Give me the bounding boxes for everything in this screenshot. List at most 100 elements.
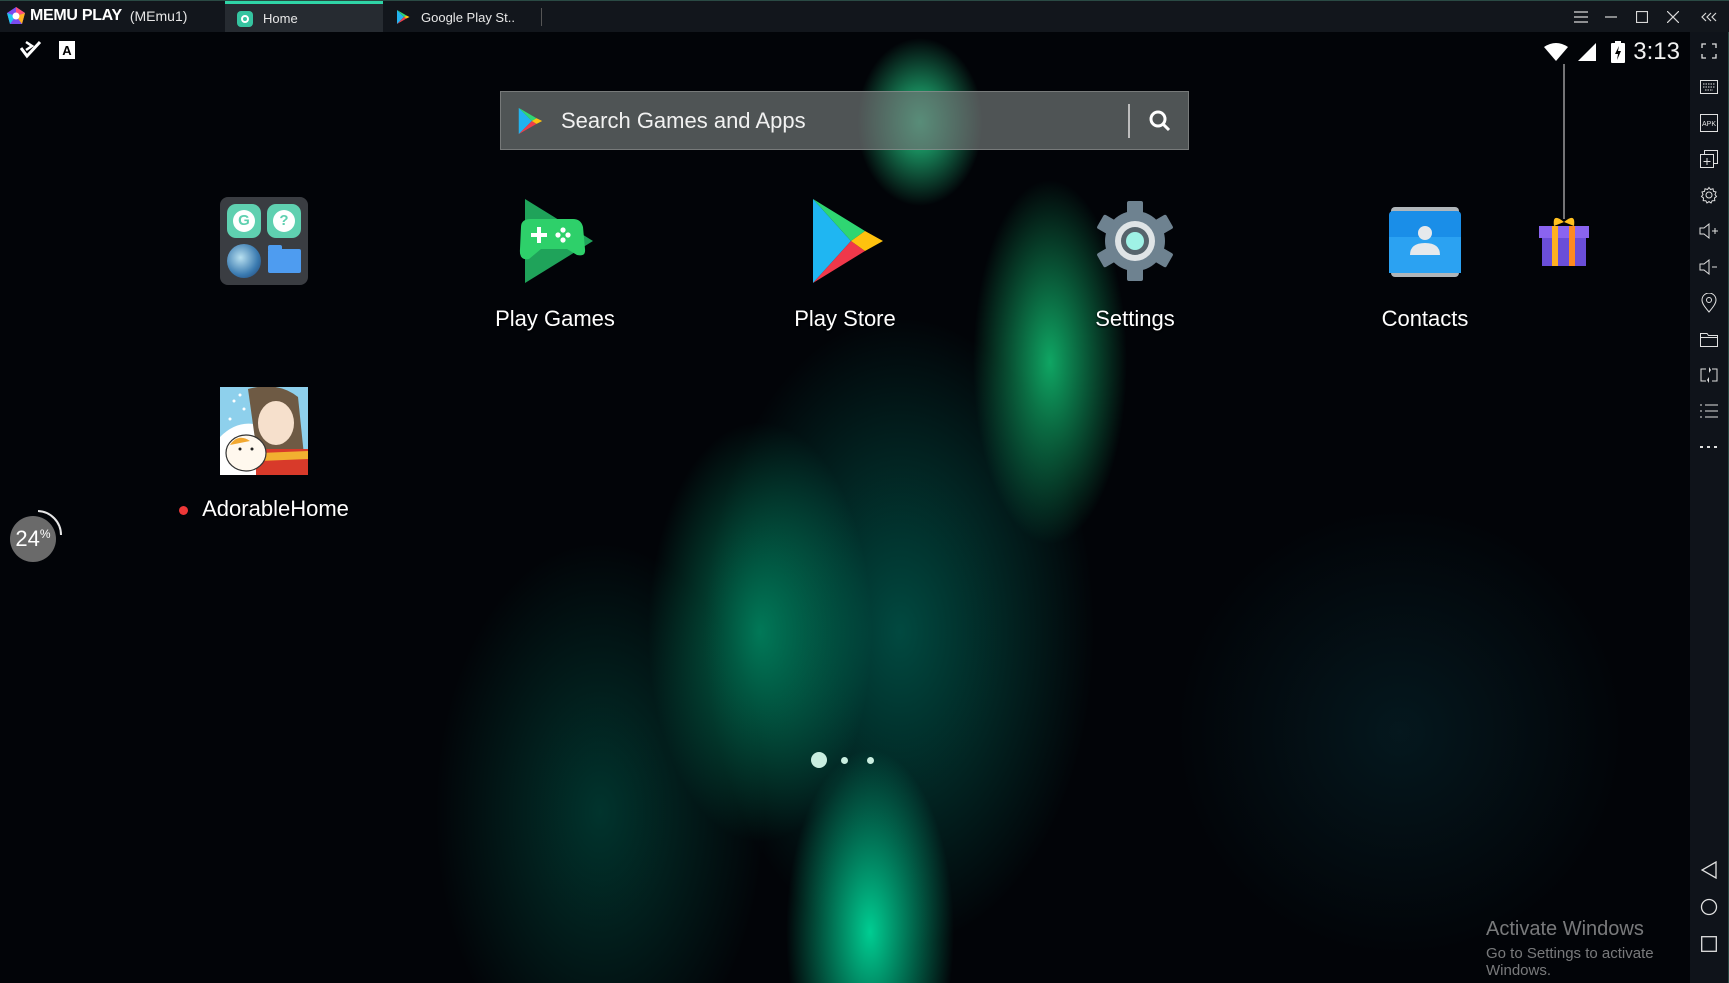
app-logo: MEMU PLAY (MEmu1) [6,6,187,26]
app-label: Settings [1095,306,1175,331]
folder-icon [1700,333,1718,347]
recent-apps-icon [1701,936,1717,952]
fullscreen-button[interactable] [1698,40,1720,62]
folder-icon: G ? [220,197,308,285]
page-indicator-1[interactable] [811,752,827,768]
instance-name: (MEmu1) [129,8,188,24]
multi-instance-icon [1700,150,1718,168]
gift-icon [1539,64,1589,266]
page-indicator-2[interactable] [841,757,848,764]
performance-widget[interactable]: 24% [8,510,63,564]
checkmark-tool-icon [19,40,42,59]
menu-icon [1574,11,1588,23]
keyboard-icon [1700,80,1718,94]
app-label: Play Store [794,306,896,331]
right-sidebar: APK [1690,32,1729,983]
performance-unit: % [39,527,51,541]
shared-folder-button[interactable] [1698,328,1720,350]
app-play-store[interactable]: Play Store [745,197,945,332]
watermark-title: Activate Windows [1486,918,1644,940]
settings-icon [1700,186,1718,204]
apk-install-button[interactable]: APK [1698,112,1720,134]
new-app-indicator [179,505,189,515]
volume-down-icon [1699,259,1717,275]
app-label: AdorableHome [164,496,364,522]
search-bar[interactable]: Search Games and Apps [500,91,1189,150]
settings-button[interactable] [1698,184,1720,206]
signal-icon [1578,43,1597,61]
svg-text:APK: APK [1702,121,1716,128]
collapse-sidebar-button[interactable] [1694,1,1724,33]
quick-tool-button[interactable] [19,40,42,65]
operations-list-button[interactable] [1698,400,1720,422]
more-icon [1700,446,1717,448]
sync-button[interactable] [1698,364,1720,386]
google-app-icon: G [227,204,261,238]
brand-name: MEMU PLAY [30,7,122,24]
multi-instance-button[interactable] [1698,148,1720,170]
tab-divider [541,8,542,26]
gift-promo[interactable] [1536,64,1592,269]
back-icon [1701,861,1717,879]
wifi-icon [1544,43,1569,61]
list-icon [1700,404,1718,418]
svg-text:A: A [62,43,72,58]
play-store-icon [813,199,883,283]
memu-logo-icon [7,7,25,24]
app-contacts[interactable]: Contacts [1325,197,1525,332]
maximize-button[interactable] [1627,1,1657,33]
back-button[interactable] [1698,859,1720,881]
performance-value: 24 [15,526,40,551]
clock: 3:13 [1633,38,1680,65]
contacts-icon [1389,207,1461,277]
tab-home[interactable]: Home [225,1,383,33]
windows-activation-watermark: Activate Windows Go to Settings to activ… [1486,918,1690,979]
app-label: Play Games [495,306,615,331]
app-folder[interactable]: G ? [164,197,364,301]
app-adorablehome[interactable]: AdorableHome [164,386,364,522]
tab-label: Google Play St.. [421,9,515,25]
search-divider [1128,103,1130,138]
volume-up-icon [1699,223,1718,239]
home-icon [1700,898,1718,916]
play-store-icon [518,107,543,134]
play-store-icon [397,10,410,24]
search-input[interactable]: Search Games and Apps [561,108,1128,134]
menu-button[interactable] [1566,1,1596,33]
text-input-button[interactable]: A [58,40,76,65]
status-bar: 3:13 [1543,38,1680,66]
home-app-icon [237,10,253,27]
battery-charging-icon [1611,41,1626,63]
collapse-sidebar-icon [1701,12,1717,22]
app-label: Contacts [1381,306,1469,331]
watermark-subtitle: Go to Settings to activate Windows. [1486,945,1654,979]
settings-gear-icon [1097,201,1173,281]
files-app-icon [268,245,301,273]
apk-install-icon: APK [1700,114,1718,132]
close-button[interactable] [1658,1,1688,33]
home-button[interactable] [1698,896,1720,918]
tab-google-play[interactable]: Google Play St.. [383,1,541,33]
play-games-icon [519,199,593,283]
close-icon [1667,11,1679,23]
volume-down-button[interactable] [1698,256,1720,278]
android-home-screen: A 3:13 Search Games and Apps G ? Play Ga… [0,32,1690,983]
search-icon[interactable] [1148,109,1172,133]
app-settings[interactable]: Settings [1035,197,1235,332]
sync-icon [1700,367,1718,383]
minimize-button[interactable] [1596,1,1626,33]
browser-app-icon [227,244,261,278]
title-bar: MEMU PLAY (MEmu1) Home Google Play St.. [0,0,1729,33]
keyboard-button[interactable] [1698,76,1720,98]
maximize-icon [1636,11,1648,23]
more-button[interactable] [1698,436,1720,458]
location-icon [1701,293,1717,313]
minimize-icon [1605,16,1617,18]
location-button[interactable] [1698,292,1720,314]
help-app-icon: ? [267,204,301,238]
app-play-games[interactable]: Play Games [455,197,655,332]
recent-apps-button[interactable] [1698,933,1720,955]
volume-up-button[interactable] [1698,220,1720,242]
page-indicator-3[interactable] [867,757,874,764]
text-input-icon: A [59,41,75,59]
